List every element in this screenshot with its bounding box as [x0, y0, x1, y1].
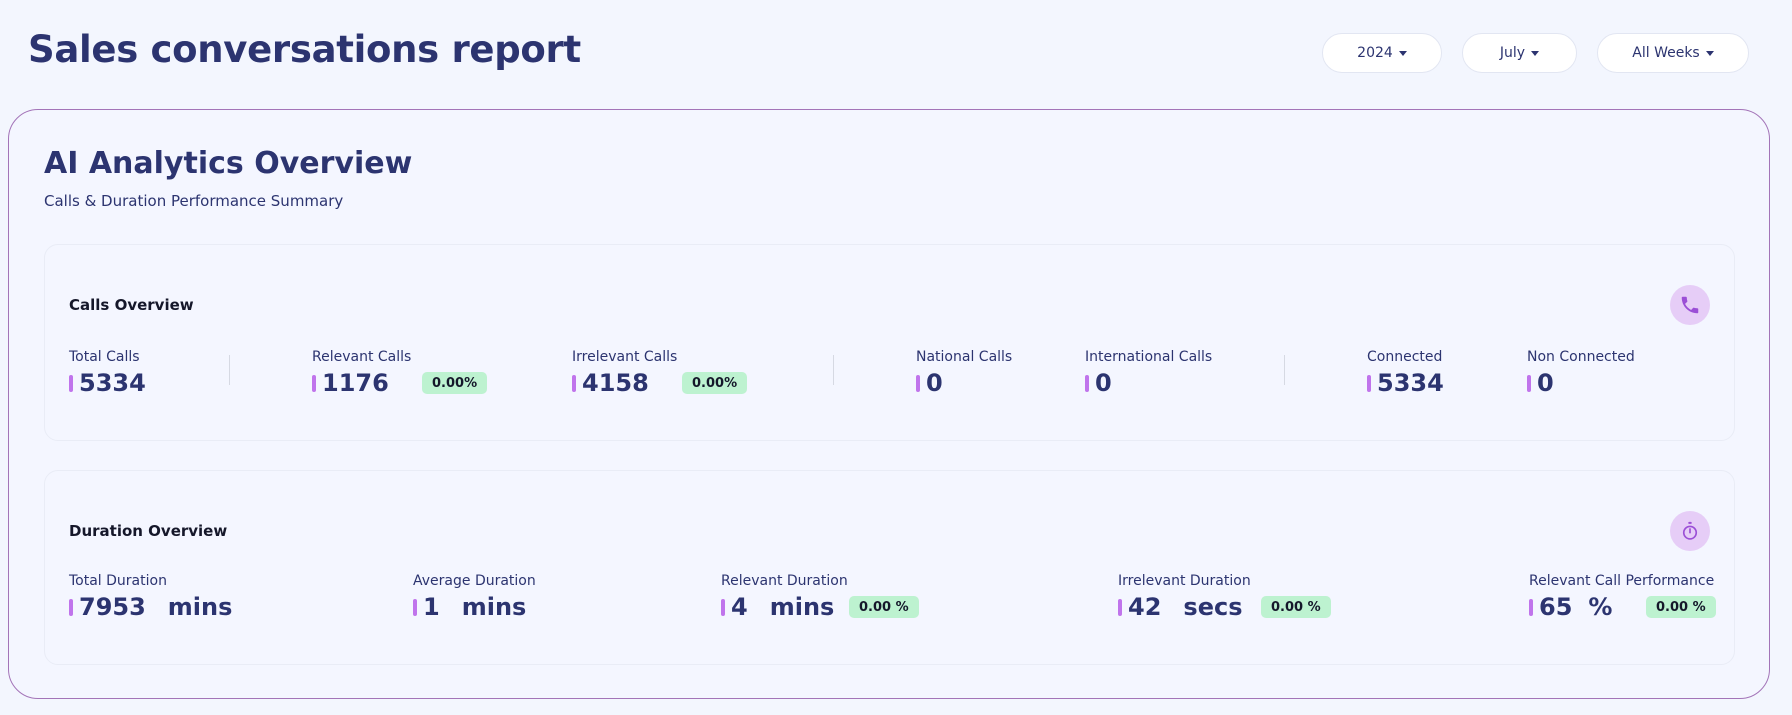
metric-non-connected: Non Connected 0	[1527, 349, 1635, 397]
metric-average-duration: Average Duration 1 mins	[413, 573, 536, 621]
month-filter-value: July	[1499, 45, 1526, 61]
metric-value: 5334	[1377, 369, 1444, 397]
metric-unit: %	[1588, 593, 1613, 621]
accent-bar	[1529, 598, 1533, 616]
phone-icon	[1670, 285, 1710, 325]
metric-unit: mins	[461, 593, 527, 621]
metric-value-row: 4 mins	[721, 593, 848, 621]
phone-icon-glyph	[1681, 296, 1699, 314]
accent-bar	[1118, 598, 1122, 616]
overview-subtitle: Calls & Duration Performance Summary	[44, 192, 344, 210]
month-filter-dropdown[interactable]: July	[1462, 33, 1577, 73]
accent-bar	[572, 374, 576, 392]
divider	[229, 355, 230, 385]
metric-label: Relevant Call Performance	[1529, 573, 1715, 589]
accent-bar	[69, 598, 73, 616]
metric-value: 0	[926, 369, 943, 397]
metric-value-row: 4158	[572, 369, 677, 397]
divider	[1284, 355, 1285, 385]
metric-irrelevant-calls: Irrelevant Calls 4158	[572, 349, 677, 397]
metric-total-duration: Total Duration 7953 mins	[69, 573, 232, 621]
metric-value-row: 0	[1085, 369, 1212, 397]
metric-value: 4	[731, 593, 748, 621]
metric-label: Non Connected	[1527, 349, 1635, 365]
accent-bar	[413, 598, 417, 616]
calls-overview-section: Calls Overview Total Calls 5334 Relevant…	[44, 244, 1735, 441]
chevron-down-icon	[1531, 50, 1540, 56]
accent-bar	[1085, 374, 1089, 392]
metric-label: Irrelevant Duration	[1118, 573, 1251, 589]
metric-value: 1176	[322, 369, 389, 397]
metric-value-row: 0	[916, 369, 1012, 397]
accent-bar	[1367, 374, 1371, 392]
accent-bar	[1527, 374, 1531, 392]
analytics-overview-card: AI Analytics Overview Calls & Duration P…	[8, 109, 1770, 699]
metric-international-calls: International Calls 0	[1085, 349, 1212, 397]
metric-value-row: 7953 mins	[69, 593, 232, 621]
accent-bar	[721, 598, 725, 616]
metric-value: 65	[1539, 593, 1573, 621]
metric-label: Relevant Duration	[721, 573, 848, 589]
year-filter-dropdown[interactable]: 2024	[1322, 33, 1442, 73]
metric-total-calls: Total Calls 5334	[69, 349, 146, 397]
metric-label: Total Calls	[69, 349, 140, 365]
weeks-filter-value: All Weeks	[1632, 45, 1700, 61]
metric-value: 0	[1095, 369, 1112, 397]
year-filter-value: 2024	[1357, 45, 1393, 61]
calls-overview-title: Calls Overview	[69, 296, 194, 314]
metric-value: 0	[1537, 369, 1554, 397]
metric-value: 42	[1128, 593, 1162, 621]
metric-label: International Calls	[1085, 349, 1213, 365]
stopwatch-icon-glyph	[1682, 521, 1698, 540]
weeks-filter-dropdown[interactable]: All Weeks	[1597, 33, 1749, 73]
irrelevant-calls-change-badge: 0.00%	[682, 372, 748, 394]
page-title: Sales conversations report	[28, 28, 581, 71]
stopwatch-icon	[1670, 511, 1710, 551]
metric-value-row: 42 secs	[1118, 593, 1251, 621]
metric-connected: Connected 5334	[1367, 349, 1444, 397]
metric-label: Total Duration	[69, 573, 167, 589]
metric-label: National Calls	[916, 349, 1013, 365]
metric-national-calls: National Calls 0	[916, 349, 1012, 397]
metric-unit: secs	[1183, 593, 1243, 621]
accent-bar	[916, 374, 920, 392]
metric-relevant-calls: Relevant Calls 1176	[312, 349, 411, 397]
accent-bar	[69, 374, 73, 392]
metric-value: 7953	[79, 593, 146, 621]
divider	[833, 355, 834, 385]
relevant-calls-change-badge: 0.00%	[422, 372, 488, 394]
chevron-down-icon	[1705, 50, 1714, 56]
duration-overview-title: Duration Overview	[69, 522, 228, 540]
metric-value-row: 5334	[1367, 369, 1444, 397]
overview-title: AI Analytics Overview	[44, 146, 413, 181]
metric-value-row: 1176	[312, 369, 411, 397]
metric-label: Average Duration	[413, 573, 536, 589]
metric-relevant-duration: Relevant Duration 4 mins	[721, 573, 848, 621]
metric-label: Connected	[1367, 349, 1443, 365]
relevant-duration-change-badge: 0.00 %	[849, 596, 919, 618]
metric-value-row: 0	[1527, 369, 1635, 397]
metric-value-row: 5334	[69, 369, 146, 397]
metric-irrelevant-duration: Irrelevant Duration 42 secs	[1118, 573, 1251, 621]
metric-unit: mins	[167, 593, 233, 621]
irrelevant-duration-change-badge: 0.00 %	[1261, 596, 1331, 618]
accent-bar	[312, 374, 316, 392]
chevron-down-icon	[1398, 50, 1407, 56]
duration-overview-section: Duration Overview Total Duration 7953 min…	[44, 470, 1735, 665]
metric-label: Irrelevant Calls	[572, 349, 678, 365]
metric-value-row: 1 mins	[413, 593, 536, 621]
metric-value: 4158	[582, 369, 649, 397]
relevant-call-performance-change-badge: 0.00 %	[1646, 596, 1716, 618]
metric-unit: mins	[769, 593, 835, 621]
metric-label: Relevant Calls	[312, 349, 412, 365]
metric-value: 5334	[79, 369, 146, 397]
metric-value: 1	[423, 593, 440, 621]
